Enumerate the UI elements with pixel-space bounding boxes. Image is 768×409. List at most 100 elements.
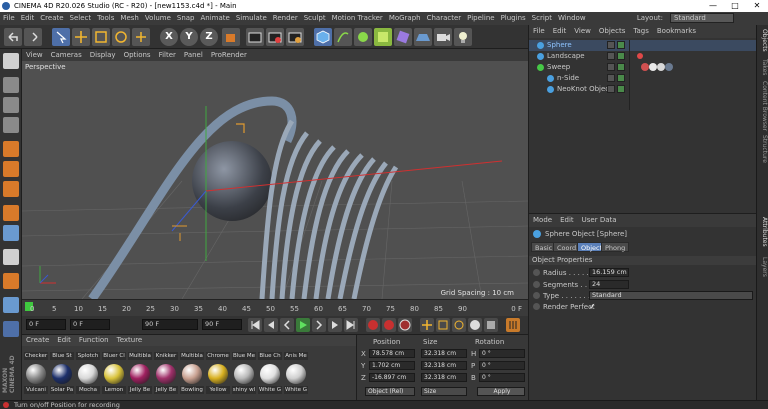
viewport-menu-filter[interactable]: Filter	[155, 49, 180, 61]
material-swatch[interactable]: White G	[258, 362, 282, 394]
size-x-field[interactable]: 32.318 cm	[421, 349, 467, 358]
undo-icon[interactable]	[4, 28, 22, 46]
prev-key-icon[interactable]	[264, 318, 278, 332]
go-to-end-icon[interactable]	[344, 318, 358, 332]
timeline-ruler[interactable]: 0 5 10 15 20 25 30 35 40 45 50 55 60 65 …	[22, 299, 528, 316]
cube-primitive-icon[interactable]	[314, 28, 332, 46]
minimize-button[interactable]: —	[702, 0, 724, 12]
menu-plugins[interactable]: Plugins	[498, 12, 529, 25]
next-frame-icon[interactable]	[312, 318, 326, 332]
material-swatch[interactable]: Bowling	[180, 362, 204, 394]
menu-window[interactable]: Window	[555, 12, 589, 25]
material-menu-edit[interactable]: Edit	[53, 335, 75, 346]
pen-spline-icon[interactable]	[334, 28, 352, 46]
viewport-menu-panel[interactable]: Panel	[180, 49, 207, 61]
rotation-p-field[interactable]: 0 °	[479, 361, 525, 370]
viewport-menu-prorender[interactable]: ProRender	[207, 49, 251, 61]
objects-menu-file[interactable]: File	[529, 25, 549, 38]
material-tag-icon[interactable]	[641, 63, 649, 71]
menu-volume[interactable]: Volume	[142, 12, 174, 25]
live-select-icon[interactable]	[52, 28, 70, 46]
tab-phong[interactable]: Phong	[601, 242, 630, 252]
objects-menu-bookmarks[interactable]: Bookmarks	[653, 25, 700, 38]
record-position-icon[interactable]	[420, 318, 434, 332]
next-key-icon[interactable]	[328, 318, 342, 332]
viewport-menu-display[interactable]: Display	[86, 49, 120, 61]
segments-field[interactable]: 24	[589, 280, 629, 289]
record-rotation-icon[interactable]	[452, 318, 466, 332]
visibility-toggle[interactable]	[607, 85, 615, 93]
menu-file[interactable]: File	[0, 12, 18, 25]
side-tab-takes[interactable]: Takes	[758, 59, 768, 75]
material-menu-create[interactable]: Create	[22, 335, 53, 346]
material-swatch[interactable]: Blue St	[50, 352, 74, 360]
rotate-icon[interactable]	[112, 28, 130, 46]
array-generator-icon[interactable]	[374, 28, 392, 46]
recent-tools-icon[interactable]	[132, 28, 150, 46]
material-swatch[interactable]: Splotch	[76, 352, 100, 360]
material-swatch[interactable]: Chrome	[206, 352, 230, 360]
subdivision-surface-icon[interactable]	[354, 28, 372, 46]
light-icon[interactable]	[454, 28, 472, 46]
material-swatch[interactable]: Solar Pa	[50, 362, 74, 394]
segments-anim-dot[interactable]	[533, 281, 540, 288]
material-swatch[interactable]: Vulcani	[24, 362, 48, 394]
material-swatch[interactable]: White G	[284, 362, 308, 394]
perspective-viewport[interactable]: Perspective Grid Spacing : 10 cm	[22, 61, 528, 299]
material-swatch[interactable]: Mocha	[76, 362, 100, 394]
deformer-icon[interactable]	[394, 28, 412, 46]
axis-mode-icon[interactable]	[3, 205, 19, 221]
viewport-menu-view[interactable]: View	[22, 49, 47, 61]
material-menu-function[interactable]: Function	[75, 335, 113, 346]
material-menu-texture[interactable]: Texture	[113, 335, 147, 346]
material-tag-icon[interactable]	[657, 63, 665, 71]
menu-motion-tracker[interactable]: Motion Tracker	[329, 12, 386, 25]
model-mode-icon[interactable]	[3, 77, 19, 93]
object-row[interactable]: n-Side	[529, 73, 757, 84]
z-axis-lock-button[interactable]: Z	[200, 28, 218, 46]
material-swatch[interactable]: Lemon	[102, 362, 126, 394]
attr-menu-userdata[interactable]: User Data	[578, 214, 621, 227]
size-z-field[interactable]: 32.318 cm	[421, 373, 467, 382]
material-swatch[interactable]: Blue Me	[232, 352, 256, 360]
enable-check-icon[interactable]	[617, 41, 625, 49]
maximize-button[interactable]: □	[724, 0, 746, 12]
points-mode-icon[interactable]	[3, 141, 19, 157]
material-swatch[interactable]: Checker	[24, 352, 48, 360]
material-swatch[interactable]: Knikker	[154, 352, 178, 360]
menu-create[interactable]: Create	[37, 12, 66, 25]
visibility-toggle[interactable]	[607, 52, 615, 60]
go-to-start-icon[interactable]	[248, 318, 262, 332]
objects-menu-edit[interactable]: Edit	[549, 25, 571, 38]
menu-render[interactable]: Render	[270, 12, 301, 25]
side-tab-content-browser[interactable]: Content Browser	[758, 81, 768, 131]
preview-end-field[interactable]: 90 F	[142, 319, 198, 330]
edges-mode-icon[interactable]	[3, 161, 19, 177]
menu-mesh[interactable]: Mesh	[117, 12, 141, 25]
viewport-menu-cameras[interactable]: Cameras	[47, 49, 86, 61]
workplane-mode-icon[interactable]	[3, 117, 19, 133]
menu-tools[interactable]: Tools	[94, 12, 117, 25]
radius-field[interactable]: 16.159 cm	[589, 268, 629, 277]
side-tab-objects[interactable]: Objects	[758, 29, 768, 52]
autokeying-icon[interactable]	[382, 318, 396, 332]
position-x-field[interactable]: 78.578 cm	[369, 349, 415, 358]
coordinate-mode-select[interactable]: Object (Rel)	[365, 387, 415, 396]
viewport-menu-options[interactable]: Options	[120, 49, 155, 61]
material-swatch[interactable]: Bluer Cl	[102, 352, 126, 360]
record-point-level-icon[interactable]	[484, 318, 498, 332]
render-perfect-checkbox[interactable]: ✓	[589, 302, 596, 311]
render-view-icon[interactable]	[246, 28, 264, 46]
size-mode-select[interactable]: Size	[421, 387, 467, 396]
material-swatch[interactable]: Jelly Be	[154, 362, 178, 394]
menu-mograph[interactable]: MoGraph	[386, 12, 424, 25]
material-swatch[interactable]: Blue Ch	[258, 352, 282, 360]
enable-check-icon[interactable]	[617, 52, 625, 60]
sphere-object[interactable]	[192, 141, 272, 221]
tweak-mode-icon[interactable]	[3, 225, 19, 241]
objects-menu-objects[interactable]: Objects	[595, 25, 629, 38]
coordinate-system-icon[interactable]	[222, 28, 240, 46]
apply-button[interactable]: Apply	[477, 387, 525, 396]
menu-sculpt[interactable]: Sculpt	[301, 12, 329, 25]
enable-check-icon[interactable]	[617, 85, 625, 93]
